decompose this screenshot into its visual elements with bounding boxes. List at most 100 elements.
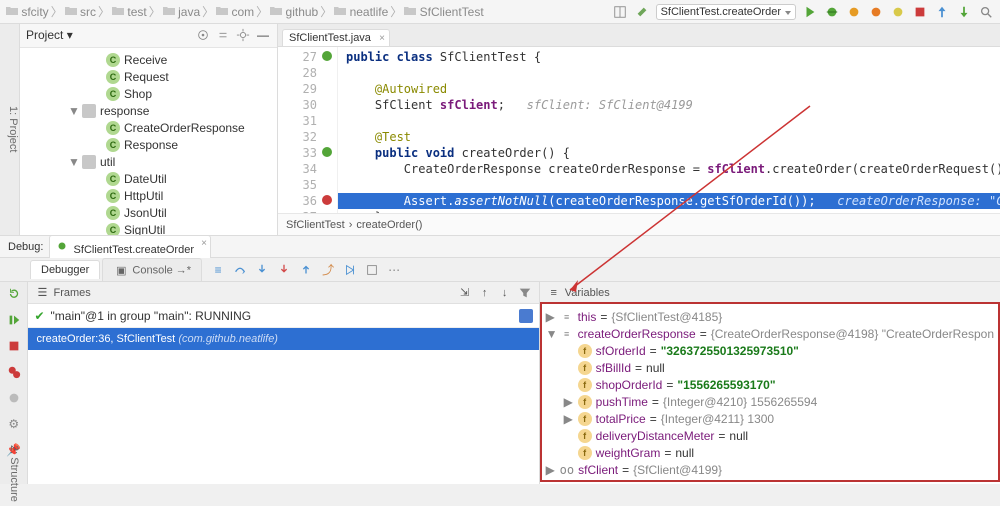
evaluate-icon[interactable] xyxy=(364,262,380,278)
project-view-dropdown[interactable]: Project ▾ xyxy=(26,28,73,42)
step-into-icon[interactable] xyxy=(254,262,270,278)
project-tree-item[interactable]: CRequest xyxy=(20,69,277,86)
project-tree-item[interactable]: CHttpUtil xyxy=(20,188,277,205)
breadcrumb-item[interactable]: com xyxy=(216,5,254,19)
next-frame-icon[interactable]: ↓ xyxy=(497,285,513,301)
field-icon: f xyxy=(578,378,592,392)
project-tree-item[interactable]: CReceive xyxy=(20,52,277,69)
run-to-cursor-icon[interactable] xyxy=(342,262,358,278)
coverage-icon[interactable] xyxy=(846,4,862,20)
close-icon[interactable]: × xyxy=(379,33,385,44)
collapse-icon[interactable] xyxy=(215,27,231,43)
drop-frame-icon[interactable]: ⤴ xyxy=(320,262,336,278)
tab-console[interactable]: ▣ Console →* xyxy=(102,258,202,281)
chevron-down-icon[interactable] xyxy=(519,309,533,323)
package-icon xyxy=(82,104,96,118)
thread-selector[interactable]: ✔ "main"@1 in group "main": RUNNING xyxy=(28,304,538,328)
variable-row[interactable]: f weightGram = null xyxy=(546,444,994,461)
hide-icon[interactable]: — xyxy=(255,27,271,43)
variable-row[interactable]: ▼≡ createOrderResponse = {CreateOrderRes… xyxy=(546,325,994,342)
breadcrumb-item[interactable]: src xyxy=(65,5,96,19)
vcs-commit-icon[interactable] xyxy=(956,4,972,20)
breadcrumb-item[interactable]: test xyxy=(112,5,147,19)
editor-tab[interactable]: SfClientTest.java × xyxy=(282,29,390,46)
frames-title: Frames xyxy=(54,287,91,299)
project-tree-item[interactable]: CShop xyxy=(20,86,277,103)
side-tab-project[interactable]: 1: Project xyxy=(0,24,20,235)
close-icon[interactable]: × xyxy=(201,238,207,249)
breadcrumb-item[interactable]: SfClientTest xyxy=(404,5,483,19)
gutter-run-icon[interactable] xyxy=(322,51,332,61)
variable-row[interactable]: ▶f totalPrice = {Integer@4211} 1300 xyxy=(546,410,994,427)
gutter-run-icon[interactable] xyxy=(322,147,332,157)
code-editor: SfClientTest.java × 27282930313233343536… xyxy=(278,24,1000,235)
variable-row[interactable]: f shopOrderId = "1556265593170" xyxy=(546,376,994,393)
project-tree-item[interactable]: CSignUtil xyxy=(20,222,277,235)
path-breadcrumbs: sfcity〉 src〉 test〉 java〉 com〉 github〉 ne… xyxy=(0,0,1000,24)
layout-icon[interactable] xyxy=(612,4,628,20)
class-icon: C xyxy=(106,206,120,220)
rerun-icon[interactable] xyxy=(6,286,22,302)
project-tree-item[interactable]: CDateUtil xyxy=(20,171,277,188)
stack-frame[interactable]: createOrder:36, SfClientTest (com.github… xyxy=(28,328,538,350)
debug-session-tab[interactable]: SfClientTest.createOrder × xyxy=(49,235,211,258)
variable-row[interactable]: f sfBillId = null xyxy=(546,359,994,376)
step-over-sep-icon: ≡ xyxy=(210,262,226,278)
class-icon: C xyxy=(106,53,120,67)
settings-icon[interactable]: ⚙ xyxy=(6,416,22,432)
stop-icon[interactable] xyxy=(6,338,22,354)
step-over-icon[interactable] xyxy=(232,262,248,278)
variables-title: Variables xyxy=(565,287,610,299)
gear-icon[interactable] xyxy=(235,27,251,43)
view-breakpoints-icon[interactable] xyxy=(6,364,22,380)
project-tree-item[interactable]: ▼response xyxy=(20,103,277,120)
restore-icon[interactable]: ⇲ xyxy=(457,285,473,301)
frames-icon: ☰ xyxy=(34,285,50,301)
target-icon[interactable] xyxy=(195,27,211,43)
class-icon: C xyxy=(106,189,120,203)
variable-row[interactable]: f deliveryDistanceMeter = null xyxy=(546,427,994,444)
class-icon: C xyxy=(106,121,120,135)
variable-row[interactable]: f sfOrderId = "3263725501325973510" xyxy=(546,342,994,359)
search-icon[interactable] xyxy=(978,4,994,20)
project-tree-item[interactable]: CJsonUtil xyxy=(20,205,277,222)
variables-tree[interactable]: ▶≡ this = {SfClientTest@4185}▼≡ createOr… xyxy=(540,304,1000,484)
force-step-into-icon[interactable] xyxy=(276,262,292,278)
run-config-select[interactable]: SfClientTest.createOrder xyxy=(656,4,796,20)
hammer-icon[interactable] xyxy=(634,4,650,20)
project-tree-item[interactable]: CResponse xyxy=(20,137,277,154)
project-tree-item[interactable]: CCreateOrderResponse xyxy=(20,120,277,137)
prev-frame-icon[interactable]: ↑ xyxy=(477,285,493,301)
vcs-update-icon[interactable] xyxy=(934,4,950,20)
variables-icon: ≡ xyxy=(546,285,562,301)
variable-row[interactable]: ▶≡ this = {SfClientTest@4185} xyxy=(546,308,994,325)
breadcrumb-item[interactable]: java xyxy=(163,5,200,19)
run-config-label: SfClientTest.createOrder xyxy=(661,6,781,18)
class-icon: C xyxy=(106,87,120,101)
breadcrumb-item[interactable]: neatlife xyxy=(334,5,388,19)
project-tree-item[interactable]: ▼util xyxy=(20,154,277,171)
side-tab-structure[interactable]: 2: Structure xyxy=(8,445,20,502)
filter-icon[interactable] xyxy=(517,285,533,301)
attach-icon[interactable] xyxy=(890,4,906,20)
field-icon: f xyxy=(578,446,592,460)
mute-breakpoints-icon[interactable] xyxy=(6,390,22,406)
editor-breadcrumbs[interactable]: SfClientTest › createOrder() xyxy=(278,213,1000,235)
more-icon[interactable]: ⋯ xyxy=(386,262,402,278)
code-area[interactable]: public class SfClientTest { @Autowired S… xyxy=(338,47,1000,213)
variable-row[interactable]: ▶oo sfClient = {SfClient@4199} xyxy=(546,461,994,478)
breadcrumb-item[interactable]: sfcity xyxy=(6,5,49,19)
debug-icon[interactable] xyxy=(824,4,840,20)
field-icon: f xyxy=(578,412,592,426)
tab-debugger[interactable]: Debugger xyxy=(30,260,100,279)
run-icon[interactable] xyxy=(802,4,818,20)
resume-icon[interactable] xyxy=(6,312,22,328)
object-icon: ≡ xyxy=(560,327,574,341)
console-icon: ▣ xyxy=(113,262,129,278)
step-out-icon[interactable] xyxy=(298,262,314,278)
breakpoint-icon[interactable] xyxy=(322,195,332,205)
profile-icon[interactable] xyxy=(868,4,884,20)
stop-icon[interactable] xyxy=(912,4,928,20)
breadcrumb-item[interactable]: github xyxy=(270,5,318,19)
variable-row[interactable]: ▶f pushTime = {Integer@4210} 1556265594 xyxy=(546,393,994,410)
